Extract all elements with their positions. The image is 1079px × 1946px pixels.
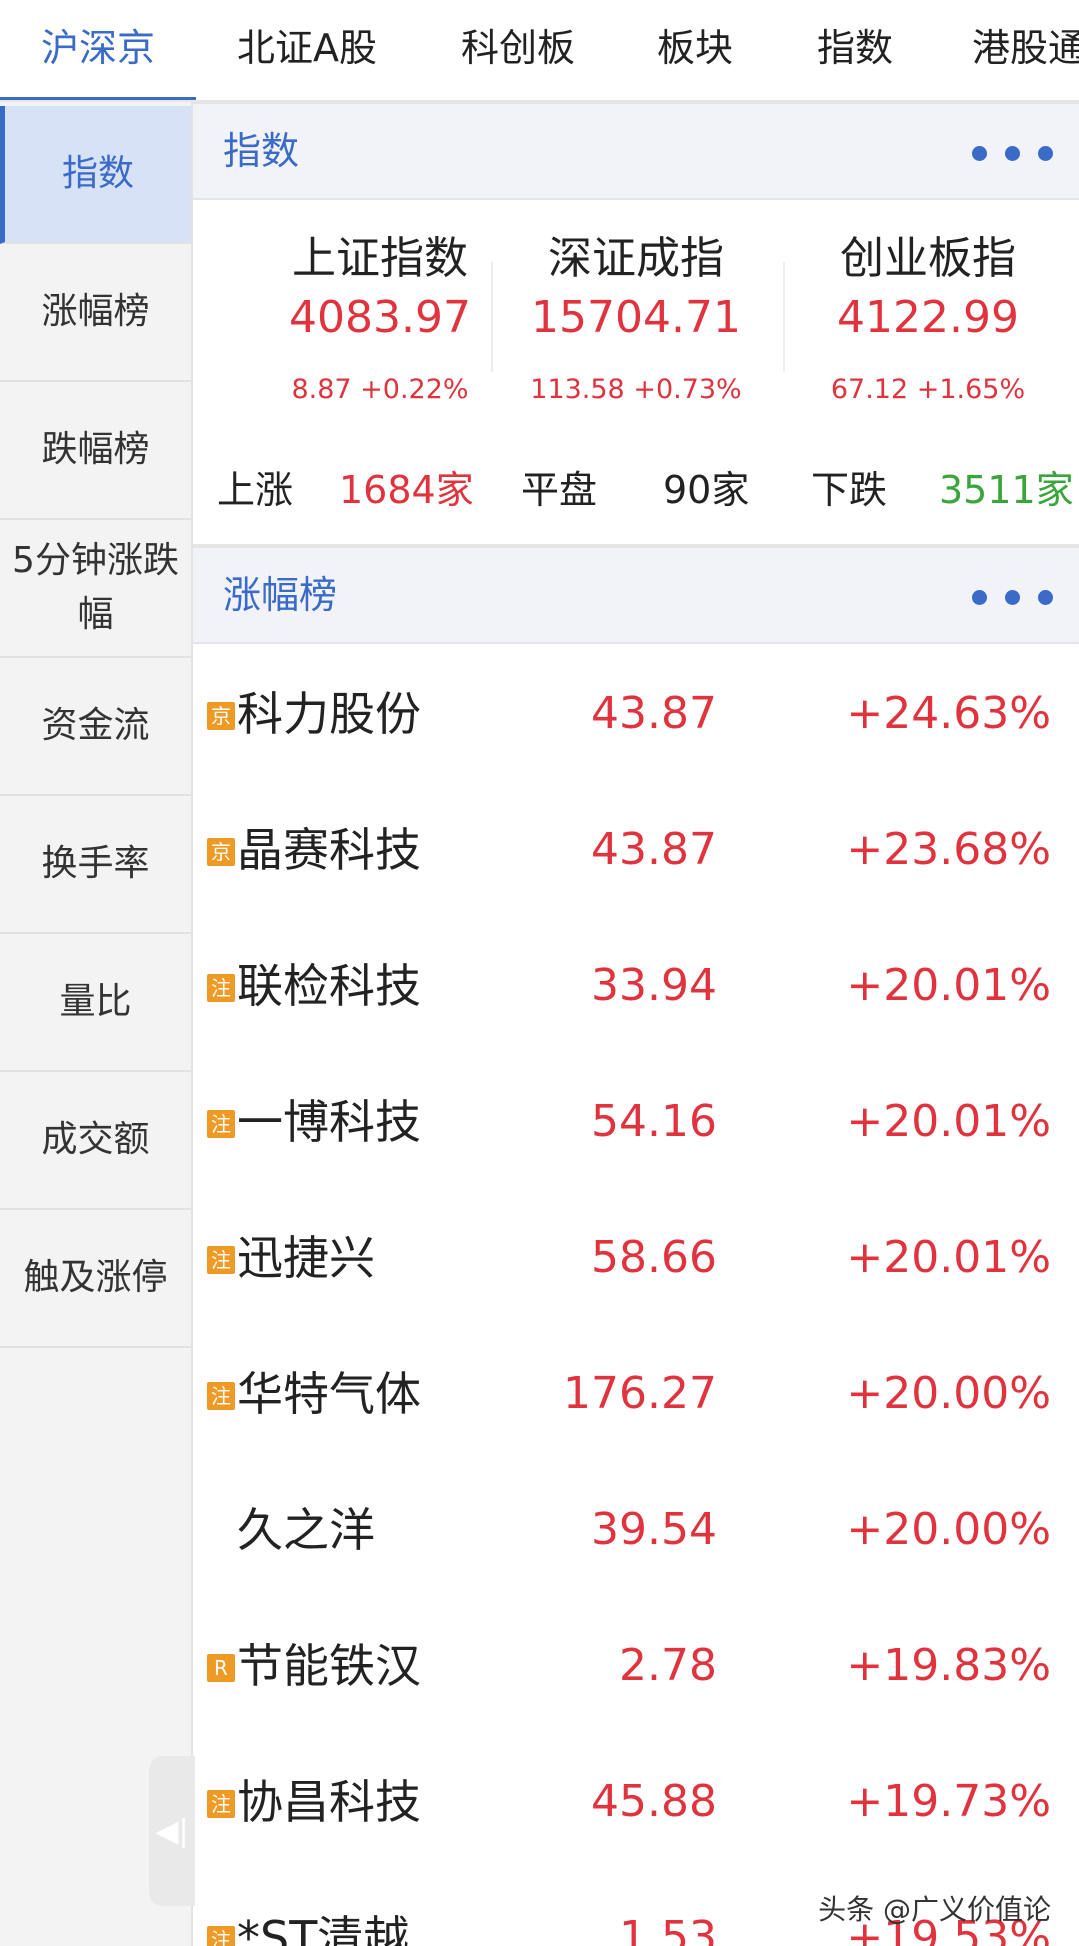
- stock-price: 58.66: [591, 1232, 717, 1283]
- collapse-arrow-icon: ◀|: [155, 1813, 189, 1849]
- sidebar-item-volume-ratio[interactable]: 量比: [0, 934, 191, 1072]
- table-row[interactable]: R 节能铁汉 2.78 +19.83%: [193, 1598, 1079, 1734]
- table-row[interactable]: 京 科力股份 43.87 +24.63%: [193, 646, 1079, 782]
- index-name: 创业板指: [840, 233, 1016, 284]
- stock-name: 晶赛科技: [237, 823, 421, 877]
- stock-name: 联检科技: [237, 959, 421, 1013]
- watermark: 头条 @广义价值论: [818, 1893, 1051, 1926]
- index-card-shanghai[interactable]: 上证指数 4083.97 8.87 +0.22%: [235, 102, 525, 405]
- exchange-badge: 京: [207, 838, 235, 866]
- index-value: 15704.71: [531, 292, 741, 343]
- exchange-badge: 注: [207, 1790, 235, 1818]
- sidebar-item-index[interactable]: 指数: [0, 106, 191, 244]
- stock-price: 1.53: [619, 1912, 717, 1946]
- stock-price: 33.94: [591, 960, 717, 1011]
- gainers-section-header: 涨幅榜: [193, 546, 1079, 644]
- flat-count: 90家: [663, 468, 750, 512]
- exchange-badge: 注: [207, 1382, 235, 1410]
- market-tab-bar: 沪深京 北证A股 科创板 板块 指数 港股通: [0, 0, 1079, 102]
- up-label: 上涨: [217, 468, 294, 512]
- index-value: 4122.99: [837, 292, 1019, 343]
- stock-change-pct: +19.83%: [846, 1640, 1051, 1691]
- stock-name: 协昌科技: [237, 1775, 421, 1829]
- stock-price: 43.87: [591, 824, 717, 875]
- sidebar: 指数 涨幅榜 跌幅榜 5分钟涨跌幅 资金流 换手率 量比 成交额 触及涨停: [0, 102, 193, 1946]
- sidebar-item-losers[interactable]: 跌幅榜: [0, 382, 191, 520]
- exchange-badge: R: [207, 1654, 235, 1682]
- down-label: 下跌: [811, 468, 888, 512]
- table-row[interactable]: 注 一博科技 54.16 +20.01%: [193, 1054, 1079, 1190]
- stock-change-pct: +20.00%: [846, 1368, 1051, 1419]
- sidebar-item-limit-up[interactable]: 触及涨停: [0, 1210, 191, 1348]
- index-name: 上证指数: [292, 233, 468, 284]
- table-row[interactable]: 注 联检科技 33.94 +20.01%: [193, 918, 1079, 1054]
- sidebar-item-gainers[interactable]: 涨幅榜: [0, 244, 191, 382]
- tab-ganggutong[interactable]: 港股通: [972, 0, 1079, 100]
- tab-bankuai[interactable]: 板块: [630, 0, 760, 100]
- table-row[interactable]: 注 迅捷兴 58.66 +20.01%: [193, 1190, 1079, 1326]
- exchange-badge: 注: [207, 1246, 235, 1274]
- index-name: 深证成指: [548, 233, 724, 284]
- tab-beizheng-a[interactable]: 北证A股: [212, 0, 402, 100]
- sidebar-item-money-flow[interactable]: 资金流: [0, 658, 191, 796]
- index-change: 113.58 +0.73%: [530, 374, 742, 405]
- stock-change-pct: +20.01%: [846, 960, 1051, 1011]
- exchange-badge: 注: [207, 1110, 235, 1138]
- tab-zhishu[interactable]: 指数: [790, 0, 920, 100]
- stock-name: 久之洋: [237, 1503, 375, 1557]
- market-breadth: 上涨 1684家 平盘 90家 下跌 3511家: [193, 436, 1079, 546]
- flat-label: 平盘: [521, 468, 598, 512]
- stock-name: 一博科技: [237, 1095, 421, 1149]
- exchange-badge: 注: [207, 1926, 235, 1946]
- tab-hushenjing[interactable]: 沪深京: [0, 0, 196, 100]
- stock-price: 45.88: [591, 1776, 717, 1827]
- stock-name: 迅捷兴: [237, 1231, 375, 1285]
- stock-change-pct: +24.63%: [846, 688, 1051, 739]
- stock-price: 43.87: [591, 688, 717, 739]
- stock-name: 华特气体: [237, 1367, 421, 1421]
- stock-price: 54.16: [591, 1096, 717, 1147]
- sidebar-item-5min-change[interactable]: 5分钟涨跌幅: [0, 520, 191, 658]
- tab-kechuang[interactable]: 科创板: [420, 0, 616, 100]
- stock-change-pct: +19.73%: [846, 1776, 1051, 1827]
- stock-name: 节能铁汉: [237, 1639, 421, 1693]
- index-card-chinext[interactable]: 创业板指 4122.99 67.12 +1.65%: [783, 102, 1073, 405]
- gainers-section-title: 涨幅榜: [223, 573, 338, 617]
- sidebar-item-turnover-amount[interactable]: 成交额: [0, 1072, 191, 1210]
- stock-change-pct: +20.01%: [846, 1096, 1051, 1147]
- stock-price: 39.54: [591, 1504, 717, 1555]
- stock-name: 科力股份: [237, 687, 421, 741]
- stock-change-pct: +23.68%: [846, 824, 1051, 875]
- index-value: 4083.97: [289, 292, 471, 343]
- table-row[interactable]: 注 协昌科技 45.88 +19.73%: [193, 1734, 1079, 1870]
- stock-change-pct: +20.01%: [846, 1232, 1051, 1283]
- sidebar-item-turnover-rate[interactable]: 换手率: [0, 796, 191, 934]
- stock-price: 2.78: [619, 1640, 717, 1691]
- index-change: 8.87 +0.22%: [291, 374, 469, 405]
- collapse-sidebar-button[interactable]: ◀|: [149, 1756, 195, 1906]
- down-count: 3511家: [939, 468, 1074, 512]
- stock-name: *ST清越: [237, 1911, 410, 1946]
- index-card-shenzhen[interactable]: 深证成指 15704.71 113.58 +0.73%: [491, 102, 781, 405]
- exchange-badge: 京: [207, 702, 235, 730]
- more-icon[interactable]: [972, 590, 1053, 605]
- table-row[interactable]: 京 晶赛科技 43.87 +23.68%: [193, 782, 1079, 918]
- stock-price: 176.27: [563, 1368, 717, 1419]
- table-row[interactable]: 注 华特气体 176.27 +20.00%: [193, 1326, 1079, 1462]
- index-change: 67.12 +1.65%: [830, 374, 1026, 405]
- stock-change-pct: +20.00%: [846, 1504, 1051, 1555]
- up-count: 1684家: [339, 468, 474, 512]
- table-row[interactable]: 久之洋 39.54 +20.00%: [193, 1462, 1079, 1598]
- exchange-badge: 注: [207, 974, 235, 1002]
- main-panel: 指数 上证指数 4083.97 8.87 +0.22% 深证成指 15704.7…: [193, 102, 1079, 1946]
